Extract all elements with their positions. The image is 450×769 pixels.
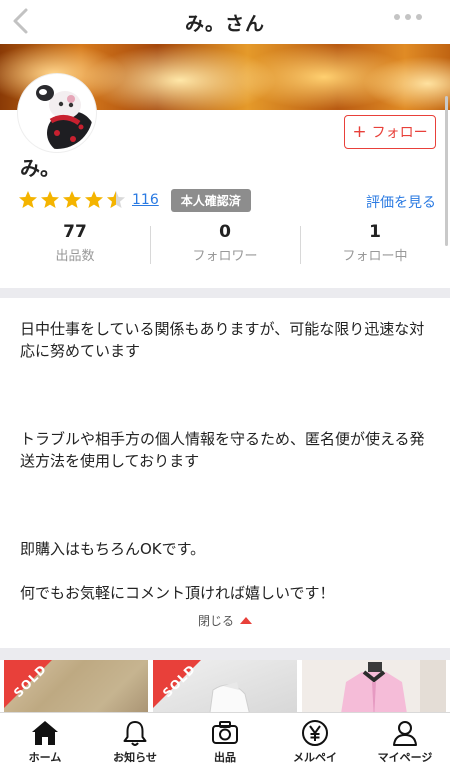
- stat-listings[interactable]: 77 出品数: [0, 222, 150, 268]
- stat-label: 出品数: [55, 249, 95, 264]
- avatar-image: [21, 77, 93, 149]
- dot-icon: [416, 14, 422, 20]
- rating-row: 116 本人確認済 評価を見る: [18, 188, 436, 212]
- tab-label: メルペイ: [293, 751, 337, 764]
- person-icon: [393, 721, 417, 746]
- chevron-left-icon: [13, 8, 28, 34]
- app-header: み。さん: [0, 0, 450, 45]
- bio-paragraph: 即購入はもちろんOKです。: [20, 540, 206, 558]
- rating-count-link[interactable]: 116: [132, 192, 159, 208]
- collapse-button[interactable]: 閉じる: [0, 612, 450, 629]
- star-full-icon: [63, 191, 81, 208]
- back-button[interactable]: [6, 4, 36, 38]
- section-divider: [0, 648, 450, 660]
- bottom-tab-bar: ホーム お知らせ 出品 メルペイ マイページ: [0, 712, 450, 769]
- bio-paragraph: 日中仕事をしている関係もありますが、可能な限り迅速な対応に努めています: [20, 320, 425, 360]
- item-thumbnail[interactable]: SOLD: [4, 660, 148, 712]
- tab-mypage[interactable]: マイページ: [360, 713, 450, 769]
- tab-sell[interactable]: 出品: [180, 713, 270, 769]
- bell-icon: [123, 721, 147, 746]
- item-photo: [302, 660, 446, 712]
- collapse-label: 閉じる: [197, 614, 234, 628]
- stat-followers[interactable]: 0 フォロワー: [150, 222, 300, 268]
- page-title: み。さん: [184, 12, 265, 35]
- tab-label: マイページ: [377, 751, 433, 764]
- caret-up-icon: [240, 617, 252, 624]
- see-ratings-link[interactable]: 評価を見る: [366, 192, 436, 212]
- star-half-icon: [107, 191, 125, 208]
- user-name: み。: [20, 156, 60, 180]
- tab-notifications[interactable]: お知らせ: [90, 713, 180, 769]
- tab-label: お知らせ: [113, 751, 157, 764]
- dot-icon: [405, 14, 411, 20]
- section-divider: [0, 288, 450, 298]
- follow-button[interactable]: + フォロー: [344, 115, 436, 149]
- home-icon: [32, 721, 58, 745]
- camera-icon: [212, 721, 238, 744]
- tab-label: 出品: [214, 751, 236, 764]
- bio-paragraph: 何でもお気軽にコメント頂ければ嬉しいです！: [20, 584, 335, 602]
- stat-following[interactable]: 1 フォロー中: [300, 222, 450, 268]
- star-full-icon: [41, 191, 59, 208]
- more-options-button[interactable]: [394, 14, 422, 20]
- item-thumbnail[interactable]: [302, 660, 446, 712]
- follow-label: フォロー: [371, 125, 428, 141]
- tab-label: ホーム: [28, 751, 62, 764]
- yen-icon: [302, 720, 328, 746]
- tab-merpay[interactable]: メルペイ: [270, 713, 360, 769]
- rating-stars: [18, 190, 126, 210]
- avatar[interactable]: [18, 74, 96, 152]
- scrollbar[interactable]: [445, 96, 448, 246]
- stat-value: 0: [219, 222, 231, 242]
- stat-value: 77: [63, 222, 87, 242]
- verified-badge: 本人確認済: [170, 188, 251, 212]
- star-full-icon: [85, 191, 103, 208]
- stat-label: フォロワー: [192, 249, 258, 264]
- star-full-icon: [19, 191, 37, 208]
- item-thumbnail[interactable]: SOLD: [153, 660, 297, 712]
- dot-icon: [394, 14, 400, 20]
- tab-home[interactable]: ホーム: [0, 713, 90, 769]
- item-grid: SOLD SOLD: [0, 660, 450, 712]
- stat-label: フォロー中: [342, 249, 408, 264]
- profile-bio: 日中仕事をしている関係もありますが、可能な限り迅速な対応に努めています トラブル…: [20, 318, 435, 604]
- profile-stats: 77 出品数 0 フォロワー 1 フォロー中: [0, 222, 450, 268]
- bio-paragraph: トラブルや相手方の個人情報を守るため、匿名便が使える発送方法を使用しております: [20, 430, 425, 470]
- stat-value: 1: [369, 222, 381, 242]
- plus-icon: +: [352, 121, 367, 142]
